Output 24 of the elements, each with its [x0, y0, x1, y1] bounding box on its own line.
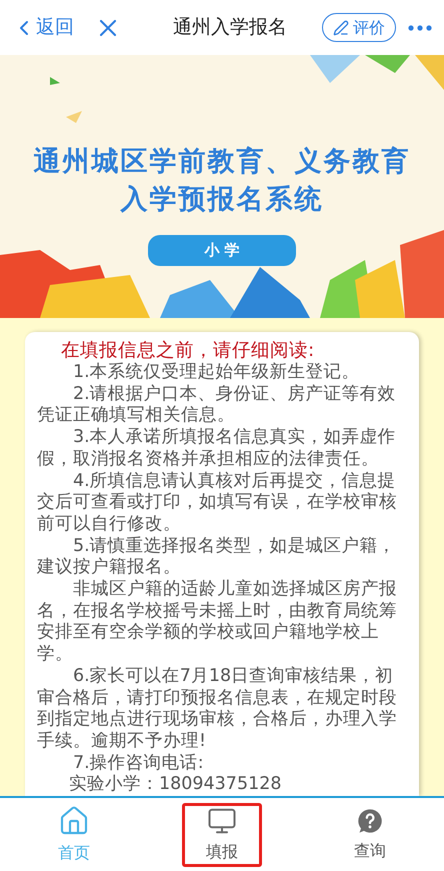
notice-paragraph: 1.本系统仅受理起始年级新生登记。: [72, 362, 361, 384]
level-badge: 小 学: [148, 235, 296, 266]
page-title: 通州入学报名: [172, 15, 288, 40]
notice-paragraph: 4.所填信息请认真核对后再提交，信息提交后可查看或打印，如填写有误，在学校审核前可以自行修改。: [37, 470, 398, 536]
notice-paragraph: 7.操作咨询电话:: [72, 752, 205, 774]
pen-icon: [333, 20, 349, 36]
home-icon: [58, 804, 90, 836]
notice-paragraph: 3.本人承诺所填报名信息真实，如弄虚作假，取消报名资格并承担相应的法律责任。: [37, 427, 397, 471]
back-button[interactable]: 返回: [12, 13, 74, 42]
rate-button[interactable]: 评价: [322, 13, 396, 42]
notice-heading: 在填报信息之前，请仔细阅读:: [60, 340, 316, 362]
more-icon: [408, 24, 432, 30]
nav-tab[interactable]: 首页: [34, 802, 114, 866]
nav-tab[interactable]: 查询: [330, 802, 410, 866]
nav-tab[interactable]: 填报: [182, 802, 262, 866]
contact-line: 实验小学：18094375128: [68, 774, 282, 796]
banner-title: 入学预报名系统: [120, 183, 324, 217]
more-button[interactable]: [408, 24, 432, 30]
banner-title: 通州城区学前教育、义务教育: [34, 145, 410, 179]
notice-paragraph: 2.请根据户口本、身份证、房产证等有效凭证正确填写相关信息。: [37, 384, 397, 427]
notice-paragraph: 6.家长可以在7月18日查询审核结果，初审合格后，请打印预报名信息表，在规定时段到指定地点进行现场审核，合格后，办理入学手续。逾期不予办理!: [37, 666, 398, 753]
notice-paragraph: 非城区户籍的适龄儿童如选择城区房产报名，在报名学校摇号未摇上时，由教育局统筹安排至有空余学额的学校或回户籍地学校上学。: [37, 579, 398, 666]
help-icon: [356, 806, 384, 834]
notice-paragraph: 5.请慎重选择报名类型，如是城区户籍，建议按户籍报名。: [37, 536, 397, 579]
